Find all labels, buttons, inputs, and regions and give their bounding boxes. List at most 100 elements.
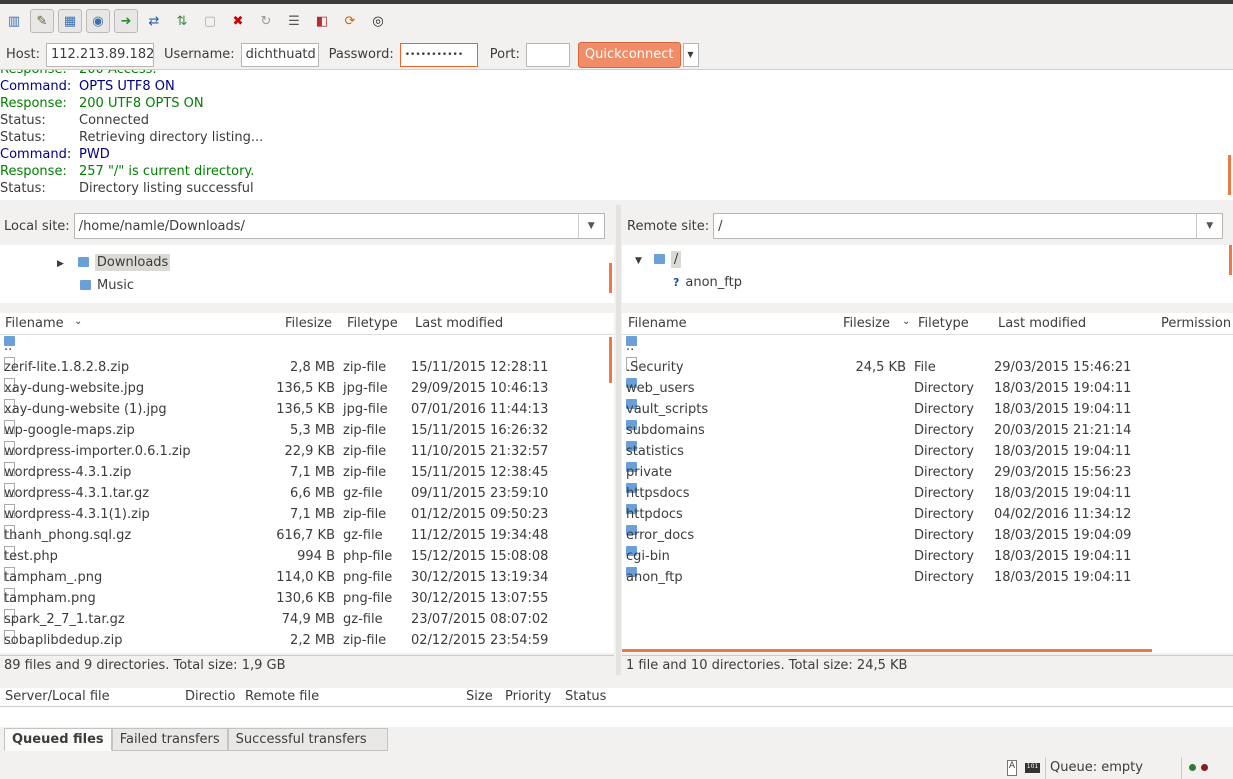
tab-successful-transfers[interactable]: Successful transfers bbox=[227, 728, 388, 751]
toolbar: ▥ ✎ ▦ ◉ ➜ ⇄ ⇅ ▢ ✖ ↻ ☰ ◧ ⟳ ◎ bbox=[0, 4, 1233, 38]
refresh-icon[interactable]: ⇄ bbox=[142, 9, 166, 33]
col-server-local-file[interactable]: Server/Local file bbox=[5, 689, 110, 704]
file-row[interactable]: tampham.png 130,6 KB png-file 30/12/2015… bbox=[0, 588, 614, 609]
log-type: Status: bbox=[0, 181, 46, 196]
download-led-icon bbox=[1201, 764, 1208, 771]
file-row[interactable]: .. bbox=[0, 336, 614, 357]
file-row[interactable]: test.php 994 B php-file 15/12/2015 15:08… bbox=[0, 546, 614, 567]
file-row[interactable]: xay-dung-website (1).jpg 136,5 KB jpg-fi… bbox=[0, 399, 614, 420]
disconnect-icon[interactable]: ✖ bbox=[226, 9, 250, 33]
file-modified: 18/03/2015 19:04:11 bbox=[994, 381, 1132, 396]
file-row[interactable]: zerif-lite.1.8.2.8.zip 2,8 MB zip-file 1… bbox=[0, 357, 614, 378]
file-row[interactable]: wordpress-4.3.1.tar.gz 6,6 MB gz-file 09… bbox=[0, 483, 614, 504]
col-filetype[interactable]: Filetype bbox=[918, 316, 969, 331]
scrollbar[interactable] bbox=[609, 263, 612, 293]
transfer-type-icon[interactable]: A bbox=[1007, 760, 1017, 776]
tree-item-downloads[interactable]: ▶ Downloads bbox=[57, 252, 171, 273]
compare-icon[interactable]: ◧ bbox=[310, 9, 334, 33]
file-type: zip-file bbox=[343, 633, 387, 648]
log-message: Directory listing successful bbox=[79, 181, 254, 196]
host-input[interactable]: 112.213.89.182 bbox=[45, 42, 154, 67]
tree-item-music[interactable]: Music bbox=[80, 275, 134, 296]
file-row[interactable]: statistics Directory 18/03/2015 19:04:11 bbox=[622, 441, 1233, 462]
col-filesize[interactable]: Filesize bbox=[285, 316, 332, 331]
scrollbar[interactable] bbox=[1228, 155, 1231, 195]
toggle-queue-icon[interactable]: ➜ bbox=[114, 9, 138, 33]
file-row[interactable]: thanh_phong.sql.gz 616,7 KB gz-file 11/1… bbox=[0, 525, 614, 546]
reconnect-icon[interactable]: ↻ bbox=[254, 9, 278, 33]
tree-item-root[interactable]: ▼ / bbox=[635, 249, 682, 270]
file-row[interactable]: httpdocs Directory 04/02/2016 11:34:12 bbox=[622, 504, 1233, 525]
file-name: error_docs bbox=[626, 528, 695, 543]
col-status[interactable]: Status bbox=[565, 689, 606, 704]
port-input[interactable] bbox=[525, 42, 570, 67]
file-row[interactable]: private Directory 29/03/2015 15:56:23 bbox=[622, 462, 1233, 483]
col-last-modified[interactable]: Last modified bbox=[415, 316, 503, 331]
file-row[interactable]: web_users Directory 18/03/2015 19:04:11 bbox=[622, 378, 1233, 399]
file-row[interactable]: subdomains Directory 20/03/2015 21:21:14 bbox=[622, 420, 1233, 441]
horizontal-scrollbar[interactable] bbox=[622, 649, 1152, 652]
col-filetype[interactable]: Filetype bbox=[347, 316, 398, 331]
col-priority[interactable]: Priority bbox=[505, 689, 551, 704]
file-type: Directory bbox=[914, 549, 974, 564]
file-modified: 11/10/2015 21:32:57 bbox=[411, 444, 549, 459]
col-size[interactable]: Size bbox=[466, 689, 493, 704]
tab-queued-files[interactable]: Queued files bbox=[4, 728, 112, 751]
file-row[interactable]: anon_ftp Directory 18/03/2015 19:04:11 bbox=[622, 567, 1233, 588]
scrollbar[interactable] bbox=[1229, 245, 1232, 275]
col-remote-file[interactable]: Remote file bbox=[245, 689, 319, 704]
folder-icon bbox=[80, 280, 91, 290]
expand-arrow-icon[interactable]: ▶ bbox=[57, 259, 64, 269]
pane-splitter[interactable] bbox=[616, 205, 621, 675]
file-row[interactable]: vault_scripts Directory 18/03/2015 19:04… bbox=[622, 399, 1233, 420]
cancel-icon[interactable]: ▢ bbox=[198, 9, 222, 33]
log-message: OPTS UTF8 ON bbox=[79, 79, 175, 94]
quickconnect-history-dropdown[interactable]: ▼ bbox=[682, 42, 699, 67]
col-direction[interactable]: Directio bbox=[185, 689, 236, 704]
toggle-remote-tree-icon[interactable]: ◉ bbox=[86, 9, 110, 33]
col-permissions[interactable]: Permission bbox=[1161, 316, 1231, 331]
tab-failed-transfers[interactable]: Failed transfers bbox=[111, 728, 228, 751]
file-name: wordpress-4.3.1.tar.gz bbox=[4, 486, 150, 501]
log-line: Response:200 Access. bbox=[0, 70, 157, 78]
file-modified: 30/12/2015 13:19:34 bbox=[411, 570, 549, 585]
toggle-log-icon[interactable]: ✎ bbox=[30, 9, 54, 33]
remote-path-input[interactable]: / ▼ bbox=[713, 213, 1224, 239]
col-filename[interactable]: Filename bbox=[5, 316, 64, 331]
file-row[interactable]: wordpress-4.3.1.zip 7,1 MB zip-file 15/1… bbox=[0, 462, 614, 483]
file-row[interactable]: tampham_.png 114,0 KB png-file 30/12/201… bbox=[0, 567, 614, 588]
username-input[interactable]: dichthuatd bbox=[240, 42, 319, 67]
file-row[interactable]: spark_2_7_1.tar.gz 74,9 MB gz-file 23/07… bbox=[0, 609, 614, 630]
file-row[interactable]: wordpress-4.3.1(1).zip 7,1 MB zip-file 0… bbox=[0, 504, 614, 525]
col-filesize[interactable]: Filesize bbox=[843, 316, 890, 331]
chevron-down-icon[interactable]: ▼ bbox=[577, 214, 604, 238]
file-row[interactable]: wordpress-importer.0.6.1.zip 22,9 KB zip… bbox=[0, 441, 614, 462]
col-last-modified[interactable]: Last modified bbox=[998, 316, 1086, 331]
file-row[interactable]: .Security 24,5 KB File 29/03/2015 15:46:… bbox=[622, 357, 1233, 378]
file-type: Directory bbox=[914, 402, 974, 417]
process-queue-icon[interactable]: ⇅ bbox=[170, 9, 194, 33]
file-row[interactable]: sobaplibdedup.zip 2,2 MB zip-file 02/12/… bbox=[0, 630, 614, 651]
col-filename[interactable]: Filename bbox=[628, 316, 687, 331]
file-row[interactable]: xay-dung-website.jpg 136,5 KB jpg-file 2… bbox=[0, 378, 614, 399]
file-row[interactable]: httpsdocs Directory 18/03/2015 19:04:11 bbox=[622, 483, 1233, 504]
file-row[interactable]: error_docs Directory 18/03/2015 19:04:09 bbox=[622, 525, 1233, 546]
file-type: zip-file bbox=[343, 444, 387, 459]
sync-browse-icon[interactable]: ⟳ bbox=[338, 9, 362, 33]
file-size: 5,3 MB bbox=[290, 423, 335, 438]
site-manager-icon[interactable]: ▥ bbox=[2, 9, 26, 33]
search-icon[interactable]: ◎ bbox=[366, 9, 390, 33]
collapse-arrow-icon[interactable]: ▼ bbox=[635, 256, 642, 266]
password-label: Password: bbox=[328, 47, 394, 62]
quickconnect-button[interactable]: Quickconnect bbox=[577, 41, 681, 68]
tree-item-anon-ftp[interactable]: ? anon_ftp bbox=[673, 272, 742, 293]
filter-icon[interactable]: ☰ bbox=[282, 9, 306, 33]
toggle-local-tree-icon[interactable]: ▦ bbox=[58, 9, 82, 33]
local-path-input[interactable]: /home/namle/Downloads/ ▼ bbox=[73, 213, 605, 239]
file-row[interactable]: .. bbox=[622, 336, 1233, 357]
chevron-down-icon[interactable]: ▼ bbox=[1196, 214, 1222, 238]
password-input[interactable]: ••••••••••• bbox=[399, 42, 478, 67]
file-row[interactable]: wp-google-maps.zip 5,3 MB zip-file 15/11… bbox=[0, 420, 614, 441]
folder-icon bbox=[77, 257, 89, 267]
file-row[interactable]: cgi-bin Directory 18/03/2015 19:04:11 bbox=[622, 546, 1233, 567]
